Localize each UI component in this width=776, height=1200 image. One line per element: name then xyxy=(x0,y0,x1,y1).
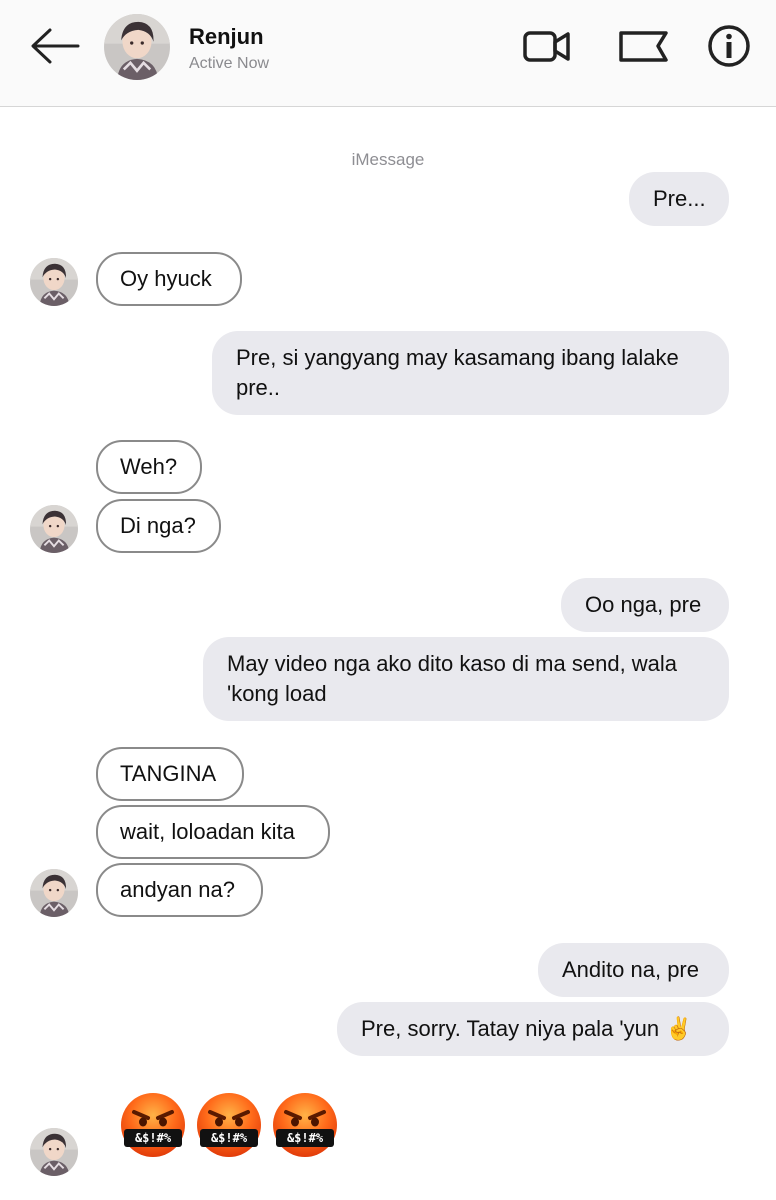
face-with-symbols-on-mouth-icon: &$!#% xyxy=(272,1092,338,1158)
received-message-bubble[interactable]: Di nga? xyxy=(96,499,221,553)
received-message-bubble[interactable]: Oy hyuck xyxy=(96,252,242,306)
face-with-symbols-on-mouth-icon: &$!#% xyxy=(120,1092,186,1158)
contact-avatar[interactable] xyxy=(30,258,78,306)
sent-message-bubble[interactable]: Oo nga, pre xyxy=(561,578,729,632)
emoji-symbol-text: &$!#% xyxy=(276,1129,334,1147)
emoji-symbol-text: &$!#% xyxy=(124,1129,182,1147)
face-with-symbols-on-mouth-icon: &$!#% xyxy=(196,1092,262,1158)
contact-name[interactable]: Renjun xyxy=(189,24,264,50)
sent-message-bubble[interactable]: Andito na, pre xyxy=(538,943,729,997)
received-message-bubble[interactable]: TANGINA xyxy=(96,747,244,801)
contact-avatar[interactable] xyxy=(104,14,170,80)
conversation-header: Renjun Active Now xyxy=(0,0,776,107)
video-camera-icon[interactable] xyxy=(522,24,572,68)
service-label: iMessage xyxy=(351,150,425,169)
contact-status: Active Now xyxy=(189,55,270,72)
emoji-symbol-text: &$!#% xyxy=(200,1129,258,1147)
sent-message-bubble[interactable]: Pre, sorry. Tatay niya pala 'yun ✌️ xyxy=(337,1002,729,1056)
contact-avatar[interactable] xyxy=(30,505,78,553)
back-arrow-icon[interactable] xyxy=(28,26,82,66)
received-message-bubble[interactable]: andyan na? xyxy=(96,863,263,917)
info-icon[interactable] xyxy=(707,24,751,68)
contact-avatar[interactable] xyxy=(30,869,78,917)
sent-message-bubble[interactable]: May video nga ako dito kaso di ma send, … xyxy=(203,637,729,721)
flag-icon[interactable] xyxy=(618,24,670,68)
received-message-bubble[interactable]: Weh? xyxy=(96,440,202,494)
contact-avatar[interactable] xyxy=(30,1128,78,1176)
sent-message-bubble[interactable]: Pre... xyxy=(629,172,729,226)
sent-message-bubble[interactable]: Pre, si yangyang may kasamang ibang lala… xyxy=(212,331,729,415)
received-message-bubble[interactable]: wait, loloadan kita xyxy=(96,805,330,859)
